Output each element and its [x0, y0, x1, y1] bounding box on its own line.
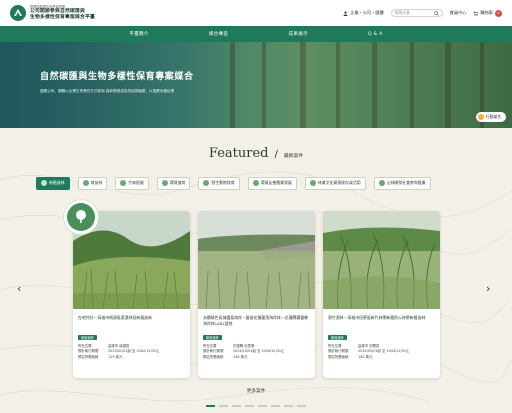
tab-label: 山林開發社會參與推廣: [386, 180, 426, 185]
case-card[interactable]: 永續綠色長城護島海岸－營造花蓮豐濱海岸林－花蓮縣壽豐鄉海岸林1061號地 新植造…: [198, 211, 315, 378]
tab-label: 新植造林: [49, 180, 65, 185]
site-name[interactable]: 農業部林業及自然保育署 公司開辦參與自然碳匯與 生物多樣性保育專案媒合平臺: [30, 5, 95, 21]
meta-label: 預估所需面積: [328, 354, 349, 359]
main-nav: 平臺簡介 媒合專區 成果展示 Q & A: [0, 26, 512, 42]
floating-action-button[interactable]: 行動媒合: [475, 112, 506, 122]
featured-heading: Featured / 最新案件: [0, 146, 512, 161]
nav-item-qa[interactable]: Q & A: [368, 32, 383, 37]
pagination-dot[interactable]: [232, 405, 241, 407]
tab-category-6[interactable]: 林業文化資源保存或活用: [304, 176, 366, 190]
cart-count-badge: 0: [495, 9, 502, 17]
search-placeholder: 搜尋文章: [394, 10, 410, 15]
user-icon: [343, 11, 348, 16]
search-input[interactable]: 搜尋文章: [390, 9, 443, 17]
cart-button[interactable]: 購物車 0: [473, 9, 502, 17]
meta-label: 預估所需面積: [203, 354, 224, 359]
pagination-dot[interactable]: [206, 405, 215, 407]
meta-value: 146 萬元: [233, 354, 248, 359]
tree-trunk: [300, 42, 306, 128]
meta-value: 145 萬元: [358, 354, 373, 359]
case-title: 在地共好－高雄市桃源區荖濃林班新植造林: [78, 315, 152, 320]
meta-value: 129 萬元: [108, 354, 123, 359]
featured-divider: /: [274, 149, 278, 160]
search-icon: [433, 10, 439, 16]
site-header: 農業部林業及自然保育署 公司開辦參與自然碳匯與 生物多樣性保育專案媒合平臺 企業…: [0, 0, 512, 26]
featured-subtitle: 最新案件: [283, 154, 304, 159]
hero-title: 自然碳匯與生物多樣性保育專案媒合: [40, 72, 194, 82]
floating-action-label: 行動媒合: [485, 114, 501, 119]
case-title: 永續綠色長城護島海岸－營造花蓮豐濱海岸林－花蓮縣壽豐鄉海岸林1061號地: [203, 315, 309, 326]
case-category-badge: 新植造林: [203, 335, 222, 340]
category-tabs: 新植造林 育苗林 竹林經營 環境復育 野生動物保育 環境友善農業發展 林業文化資…: [36, 176, 486, 190]
case-meta: 所在位置 高雄市 桃源區 預計執行期間 2023/01/01起 至 2042/12/…: [78, 344, 159, 360]
tree-trunk: [410, 42, 414, 128]
hero-overlay: [0, 42, 250, 128]
case-meta: 所在位置 高雄市 田寮區 預計執行期間 2024/05/01起 至 2043/12/…: [328, 344, 409, 360]
bamboo-icon: [120, 180, 127, 186]
featured-title: Featured: [208, 146, 269, 161]
member-link[interactable]: 會員中心: [450, 10, 467, 16]
recycle-icon: [161, 180, 168, 186]
tab-label: 竹林經營: [128, 180, 144, 185]
header-tools: 企業・公司・團體 搜尋文章 會員中心 購物車 0: [343, 0, 502, 26]
tree-trunk: [262, 42, 266, 128]
pagination-dot[interactable]: [245, 405, 254, 407]
case-category-badge: 新植造林: [78, 335, 97, 340]
case-meta: 所在位置 花蓮縣 壽豐鄉 預計執行期間 2024/10/01起 至 2044/12/…: [203, 344, 284, 360]
pagination-dot[interactable]: [258, 405, 267, 407]
user-link[interactable]: 企業・公司・團體: [343, 10, 384, 16]
case-photo: [198, 211, 315, 309]
tab-category-4[interactable]: 野生動物保育: [198, 176, 240, 190]
carousel-next-arrow-icon[interactable]: ›: [486, 282, 490, 295]
tab-label: 育苗林: [90, 180, 103, 185]
tab-label: 環境復育: [169, 180, 186, 185]
tab-category-0[interactable]: 新植造林: [36, 176, 70, 190]
carousel-prev-arrow-icon[interactable]: ‹: [17, 282, 21, 295]
cart-icon: [473, 10, 479, 16]
logo-line2: 生物多樣性保育專案媒合平臺: [30, 14, 95, 20]
pagination-dot[interactable]: [271, 405, 280, 407]
more-cases-link[interactable]: 更多案件: [0, 388, 512, 394]
case-card[interactable]: 適竹適林－高雄市田寮區新竹林帶新植防火林帶新植造林 新植造林 所在位置 高雄市 田…: [323, 211, 440, 378]
farm-icon: [252, 180, 259, 186]
tab-label: 野生動物保育: [211, 180, 235, 185]
leaf-icon: [41, 180, 47, 186]
pagination-dot[interactable]: [219, 405, 228, 407]
tab-category-3[interactable]: 環境復育: [156, 176, 191, 190]
carousel-pagination: [0, 405, 512, 407]
tab-category-5[interactable]: 環境友善農業發展: [247, 176, 297, 190]
animal-icon: [203, 180, 210, 186]
tab-category-7[interactable]: 山林開發社會參與推廣: [373, 176, 431, 190]
meta-label: 預估所需面積: [78, 354, 99, 359]
nav-item-matching[interactable]: 媒合專區: [209, 31, 229, 37]
tree-trunk: [445, 42, 451, 128]
cart-label: 購物車: [480, 10, 493, 15]
nav-item-about[interactable]: 平臺簡介: [129, 31, 149, 37]
hero-subtitle: 鼓勵公司、團體以企業社會責任方式參與 森林經營或自然保育議題，以落實永續目標: [40, 89, 175, 93]
case-category-badge: 新植造林: [328, 335, 347, 340]
leaf-icon: [82, 180, 89, 186]
case-title: 適竹適林－高雄市田寮區新竹林帶新植防火林帶新植造林: [328, 315, 426, 320]
tab-label: 林業文化資源保存或活用: [317, 180, 361, 185]
pagination-dot[interactable]: [297, 405, 306, 407]
nav-item-results[interactable]: 成果展示: [288, 31, 308, 37]
plus-icon: [477, 114, 484, 120]
mountain-icon: [378, 180, 385, 186]
case-photo: [323, 211, 440, 309]
tree-trunk: [336, 42, 340, 128]
case-card[interactable]: 在地共好－高雄市桃源區荖濃林班新植造林 新植造林 所在位置 高雄市 桃源區 預計執…: [73, 211, 190, 378]
tab-label: 環境友善農業發展: [260, 180, 292, 185]
tab-category-1[interactable]: 育苗林: [77, 176, 108, 190]
culture-icon: [309, 180, 316, 186]
site-logo-icon[interactable]: [10, 5, 26, 21]
category-emblem: [63, 199, 99, 235]
pagination-dot[interactable]: [284, 405, 293, 407]
hero-banner: 自然碳匯與生物多樣性保育專案媒合 鼓勵公司、團體以企業社會責任方式參與 森林經營…: [0, 42, 512, 128]
tree-trunk: [372, 42, 377, 128]
user-link-label: 企業・公司・團體: [350, 10, 384, 15]
tree-icon: [67, 203, 95, 231]
tab-category-2[interactable]: 竹林經營: [115, 176, 149, 190]
